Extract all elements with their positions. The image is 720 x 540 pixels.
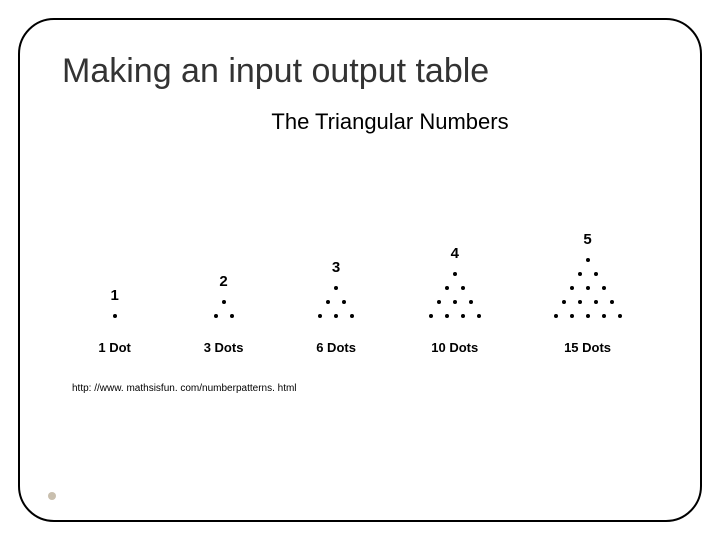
dot-icon [586,314,590,318]
dot-row [113,314,117,318]
dot-icon [318,314,322,318]
dot-icon [578,272,582,276]
triangle-index: 2 [219,273,227,290]
dot-icon [342,300,346,304]
dot-icon [594,300,598,304]
dot-icon [578,300,582,304]
triangle-3: 3 6 Dots [316,259,356,355]
dot-icon [429,314,433,318]
dot-row [222,300,226,304]
source-text: http: //www. mathsisfun. com/numberpatte… [72,383,668,394]
dot-icon [602,286,606,290]
dot-icon [554,314,558,318]
dot-icon [461,286,465,290]
dot-row [334,286,338,290]
triangle-label: 3 Dots [204,340,244,355]
dot-row [429,314,481,318]
dot-icon [113,314,117,318]
dot-icon [570,286,574,290]
triangle-label: 6 Dots [316,340,356,355]
dot-icon [350,314,354,318]
dot-icon [618,314,622,318]
slide-frame: Making an input output table The Triangu… [18,18,702,522]
triangle-5: 5 15 Dots [554,231,622,355]
triangle-dots [113,314,117,328]
dot-icon [334,286,338,290]
subtitle: The Triangular Numbers [112,109,668,135]
dot-icon [334,314,338,318]
triangle-index: 1 [110,287,118,304]
triangle-dots [554,258,622,328]
triangle-label: 15 Dots [564,340,611,355]
triangle-2: 2 3 Dots [204,273,244,355]
triangle-4: 4 10 Dots [429,245,481,355]
dot-row [318,314,354,318]
dot-row [554,314,622,318]
triangle-label: 10 Dots [431,340,478,355]
dot-icon [453,272,457,276]
dot-row [570,286,606,290]
triangles-row: 1 1 Dot 2 3 Dots 3 6 Dots 4 10 Dots 5 15… [52,165,668,355]
dot-row [586,258,590,262]
dot-icon [602,314,606,318]
dot-icon [477,314,481,318]
dot-icon [445,286,449,290]
triangle-dots [214,300,234,328]
dot-icon [594,272,598,276]
dot-row [437,300,473,304]
dot-icon [570,314,574,318]
triangle-dots [429,272,481,328]
dot-icon [586,286,590,290]
dot-icon [610,300,614,304]
triangle-index: 3 [332,259,340,276]
dot-icon [445,314,449,318]
dot-icon [453,300,457,304]
dot-row [562,300,614,304]
dot-icon [469,300,473,304]
dot-row [214,314,234,318]
decor-dot-icon [48,492,56,500]
dot-row [445,286,465,290]
dot-row [326,300,346,304]
triangle-dots [318,286,354,328]
page-title: Making an input output table [62,52,668,91]
triangle-label: 1 Dot [98,340,131,355]
triangle-1: 1 1 Dot [98,287,131,355]
dot-icon [326,300,330,304]
dot-icon [214,314,218,318]
dot-icon [222,300,226,304]
dot-icon [586,258,590,262]
dot-row [453,272,457,276]
dot-icon [230,314,234,318]
triangle-index: 4 [451,245,459,262]
dot-icon [461,314,465,318]
dot-row [578,272,598,276]
triangle-index: 5 [583,231,591,248]
dot-icon [437,300,441,304]
dot-icon [562,300,566,304]
